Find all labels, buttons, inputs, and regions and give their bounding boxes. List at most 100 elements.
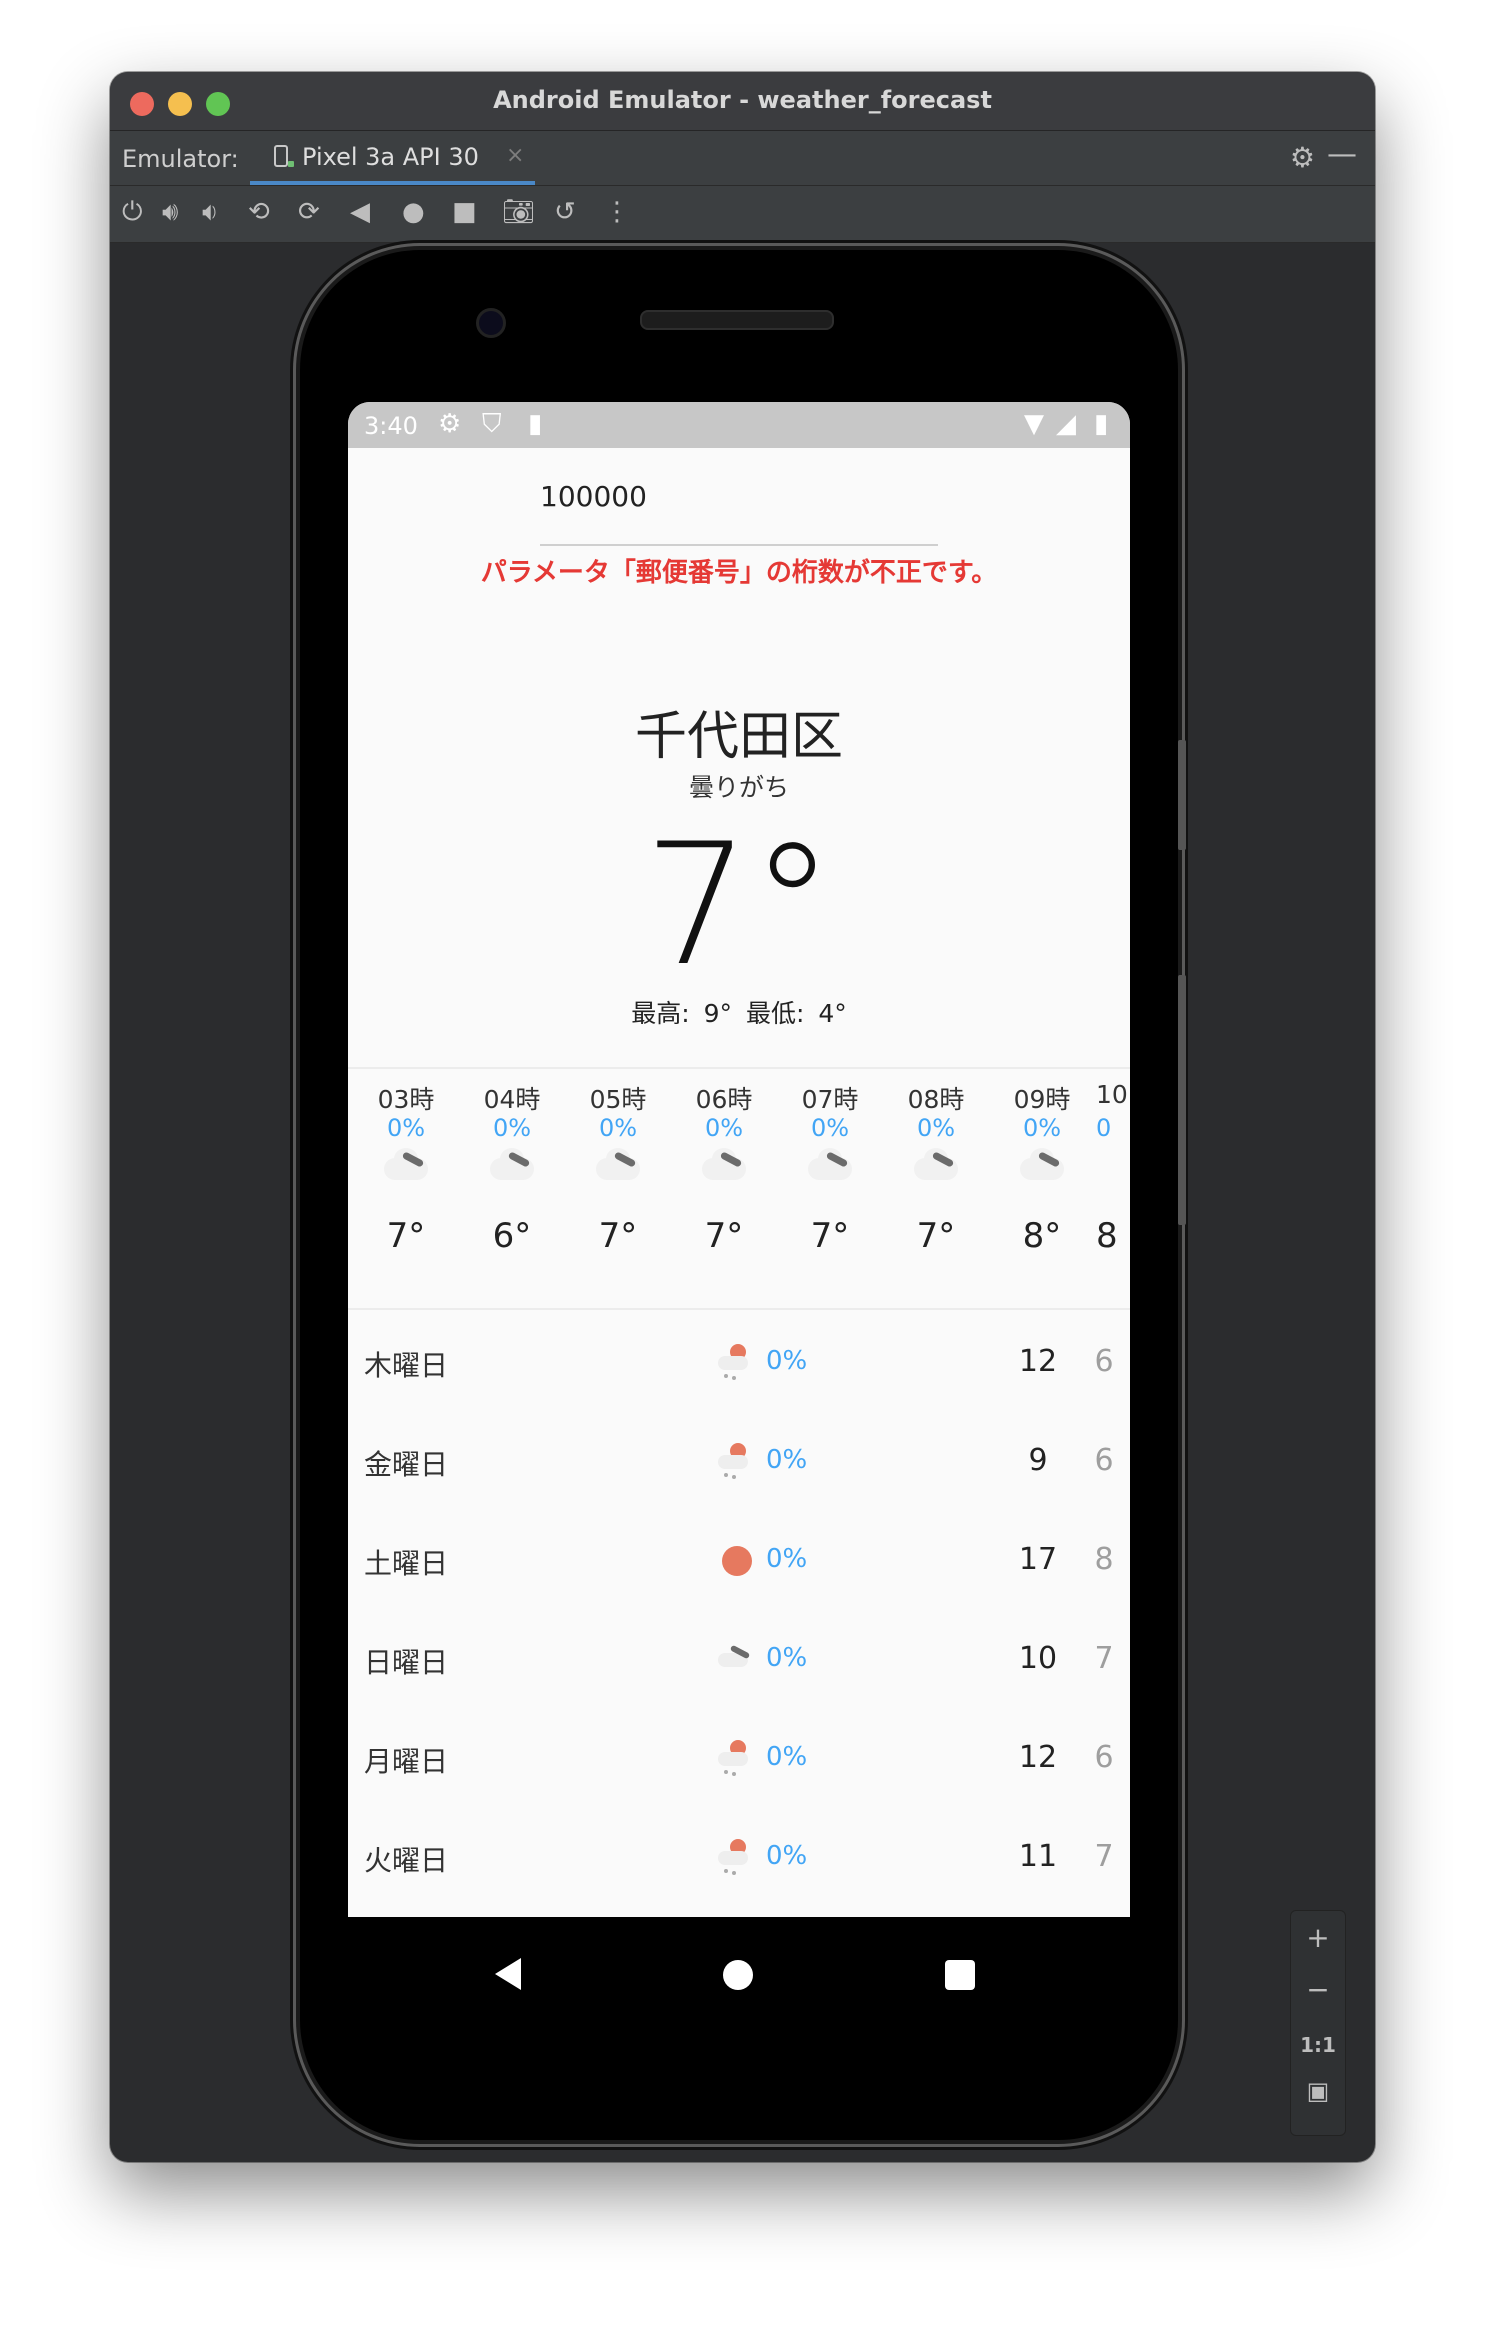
tab-bar: Emulator: Pixel 3a API 30 × ⚙ — bbox=[110, 131, 1375, 186]
day-low: 6 bbox=[1094, 1740, 1114, 1775]
tab-device-name: Pixel 3a API 30 bbox=[302, 143, 479, 171]
divider bbox=[348, 1308, 1130, 1310]
day-name: 月曜日 bbox=[364, 1745, 449, 1778]
hour-time: 06時 bbox=[695, 1085, 753, 1114]
overview-icon[interactable]: ■ bbox=[452, 196, 477, 228]
zip-input-underline bbox=[540, 544, 938, 546]
cloud-icon bbox=[566, 1146, 670, 1216]
rotate-left-icon[interactable]: ⟲ bbox=[248, 196, 270, 228]
device-icon bbox=[274, 145, 294, 167]
hour-item: 03時 0% 7° bbox=[354, 1080, 458, 1256]
screenshot-icon[interactable]: 📷︎ bbox=[502, 196, 535, 228]
emulator-toolbar: ⏻ 🔊︎ 🔉︎ ⟲ ⟳ ◀ ● ■ 📷︎ ↺ ⋮ bbox=[110, 186, 1375, 243]
hour-time: 04時 bbox=[483, 1085, 541, 1114]
zoom-actual-size-button[interactable]: 1:1 bbox=[1291, 2033, 1345, 2057]
volume-up-icon[interactable]: 🔊︎ bbox=[162, 196, 178, 228]
phone-frame: 3:40 ⚙ ⛉ ▮ ▼ ◢ ▮ 100000 パラメータ「郵便番号」の桁数が不… bbox=[300, 250, 1186, 2140]
hour-precip: 0% bbox=[810, 1114, 850, 1142]
hour-item: 09時 0% 8° bbox=[990, 1080, 1094, 1256]
list-item: 木曜日 0% 12 6 bbox=[348, 1314, 1130, 1412]
hour-time: 07時 bbox=[801, 1085, 859, 1114]
hour-time: 03時 bbox=[377, 1085, 435, 1114]
hour-temp: 6° bbox=[492, 1216, 532, 1256]
home-icon[interactable]: ● bbox=[402, 196, 425, 228]
sdcard-status-icon: ▮ bbox=[528, 409, 543, 439]
hour-precip: 0% bbox=[1022, 1114, 1062, 1142]
tab-close-icon[interactable]: × bbox=[506, 143, 524, 168]
partly-sunny-rain-icon bbox=[718, 1443, 754, 1479]
fit-screen-icon[interactable]: ▣ bbox=[1291, 2077, 1345, 2105]
earpiece-speaker bbox=[640, 310, 834, 330]
hour-temp: 7° bbox=[386, 1216, 426, 1256]
settings-gear-icon[interactable]: ⚙ bbox=[1290, 141, 1315, 174]
cloud-icon bbox=[778, 1146, 882, 1216]
day-low: 7 bbox=[1094, 1839, 1114, 1874]
partly-sunny-rain-icon bbox=[718, 1344, 754, 1380]
rain-cloud-icon bbox=[672, 1146, 776, 1216]
phone-volume-button bbox=[1178, 740, 1186, 850]
day-precip: 0% bbox=[766, 1841, 808, 1871]
android-nav-bar bbox=[300, 1940, 1178, 2020]
cloud-icon bbox=[1096, 1146, 1130, 1216]
day-high: 10 bbox=[1018, 1641, 1058, 1676]
day-low: 8 bbox=[1094, 1542, 1114, 1577]
day-precip: 0% bbox=[766, 1742, 808, 1772]
minimize-panel-icon[interactable]: — bbox=[1327, 137, 1357, 172]
back-icon[interactable]: ◀ bbox=[350, 196, 370, 228]
day-high: 12 bbox=[1018, 1740, 1058, 1775]
device-screen: 3:40 ⚙ ⛉ ▮ ▼ ◢ ▮ 100000 パラメータ「郵便番号」の桁数が不… bbox=[348, 402, 1130, 1917]
error-message: パラメータ「郵便番号」の桁数が不正です。 bbox=[480, 558, 998, 588]
city-name: 千代田区 bbox=[634, 707, 843, 767]
battery-status-icon: ▮ bbox=[1094, 409, 1109, 439]
hour-precip: 0% bbox=[598, 1114, 638, 1142]
cloud-icon bbox=[718, 1641, 754, 1677]
partly-sunny-rain-icon bbox=[718, 1839, 754, 1875]
day-high: 11 bbox=[1018, 1839, 1058, 1874]
nav-back-icon[interactable] bbox=[495, 1958, 521, 1990]
wifi-status-icon: ▼ bbox=[1024, 409, 1044, 439]
day-precip: 0% bbox=[766, 1445, 808, 1475]
day-high: 9 bbox=[1028, 1443, 1048, 1478]
cloud-icon bbox=[460, 1146, 564, 1216]
nav-home-icon[interactable] bbox=[723, 1960, 753, 1990]
rotate-right-icon[interactable]: ⟳ bbox=[298, 196, 320, 228]
snapshot-icon[interactable]: ↺ bbox=[554, 196, 576, 228]
day-high: 17 bbox=[1018, 1542, 1058, 1577]
hour-precip: 0 bbox=[1096, 1114, 1112, 1142]
weather-condition: 曇りがち bbox=[688, 773, 789, 802]
list-item: 土曜日 0% 17 8 bbox=[348, 1512, 1130, 1610]
hour-item: 06時 0% 7° bbox=[672, 1080, 776, 1256]
volume-down-icon[interactable]: 🔉︎ bbox=[202, 196, 218, 228]
day-name: 木曜日 bbox=[364, 1349, 449, 1382]
partly-sunny-rain-icon bbox=[718, 1740, 754, 1776]
day-name: 火曜日 bbox=[364, 1844, 449, 1877]
day-low: 6 bbox=[1094, 1344, 1114, 1379]
more-icon[interactable]: ⋮ bbox=[604, 196, 630, 228]
power-icon[interactable]: ⏻ bbox=[122, 196, 143, 228]
title-bar: Android Emulator - weather_forecast bbox=[110, 72, 1375, 131]
day-name: 土曜日 bbox=[364, 1547, 449, 1580]
hour-temp: 7° bbox=[810, 1216, 850, 1256]
zoom-in-icon[interactable]: + bbox=[1291, 1921, 1345, 1954]
current-temperature: 7° bbox=[643, 807, 835, 1003]
tab-device[interactable]: Pixel 3a API 30 × bbox=[250, 131, 535, 185]
list-item: 火曜日 0% 11 7 bbox=[348, 1809, 1130, 1907]
settings-status-icon: ⚙ bbox=[438, 409, 462, 439]
day-low: 6 bbox=[1094, 1443, 1114, 1478]
list-item: 日曜日 0% 10 7 bbox=[348, 1611, 1130, 1709]
zoom-out-icon[interactable]: − bbox=[1291, 1973, 1345, 2006]
day-name: 日曜日 bbox=[364, 1646, 449, 1679]
hour-temp: 7° bbox=[916, 1216, 956, 1256]
hour-time: 08時 bbox=[907, 1085, 965, 1114]
hour-item: 08時 0% 7° bbox=[884, 1080, 988, 1256]
shield-status-icon: ⛉ bbox=[482, 409, 502, 439]
hour-item: 07時 0% 7° bbox=[778, 1080, 882, 1256]
high-low-temperature: 最高: 9° 最低: 4° bbox=[631, 999, 847, 1028]
zip-input[interactable]: 100000 bbox=[540, 480, 647, 513]
front-camera bbox=[476, 308, 506, 338]
hour-temp: 8 bbox=[1096, 1216, 1118, 1256]
hour-precip: 0% bbox=[386, 1114, 426, 1142]
nav-recents-icon[interactable] bbox=[945, 1960, 975, 1990]
emulator-window: Android Emulator - weather_forecast Emul… bbox=[110, 72, 1375, 2162]
phone-power-button bbox=[1178, 975, 1186, 1225]
